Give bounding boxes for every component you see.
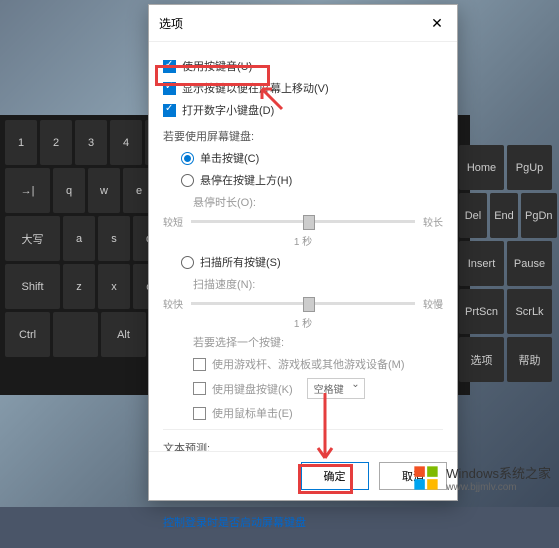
key[interactable]: z [63, 264, 95, 309]
key-scrlk[interactable]: ScrLk [507, 289, 552, 334]
key-pause[interactable]: Pause [507, 241, 552, 286]
dialog-titlebar: 选项 ✕ [149, 5, 457, 42]
label-hover: 悬停在按键上方(H) [200, 172, 292, 188]
key[interactable]: w [88, 168, 120, 213]
checkbox-mouse[interactable] [193, 407, 206, 420]
close-button[interactable]: ✕ [427, 13, 447, 33]
key-select[interactable]: 空格键 [307, 378, 365, 399]
options-dialog: 选项 ✕ 使用按键音(U) 显示按键以便在屏幕上移动(V) 打开数字小键盘(D)… [148, 4, 458, 501]
radio-hover[interactable] [181, 174, 194, 187]
key-alt[interactable]: Alt [101, 312, 146, 357]
key[interactable]: 3 [75, 120, 107, 165]
key-tab[interactable]: →| [5, 168, 50, 213]
key-insert[interactable]: Insert [459, 241, 504, 286]
key[interactable]: x [98, 264, 130, 309]
watermark: Windows系统之家 www.bjjmlv.com [412, 463, 551, 493]
watermark-title: Windows系统之家 [446, 463, 551, 482]
dialog-title: 选项 [159, 15, 183, 32]
key[interactable]: q [53, 168, 85, 213]
select-key-label: 若要选择一个按键: [193, 334, 443, 350]
checkbox-joystick[interactable] [193, 358, 206, 371]
key-caps[interactable]: 大写 [5, 216, 60, 261]
checkbox-show-keys[interactable] [163, 82, 176, 95]
hover-time-label: 悬停时长(O): [193, 194, 443, 210]
key[interactable]: 1 [5, 120, 37, 165]
checkbox-keyboard[interactable] [193, 382, 206, 395]
checkbox-sound[interactable] [163, 60, 176, 73]
key[interactable]: 2 [40, 120, 72, 165]
key-home[interactable]: Home [459, 145, 504, 190]
scan-slider[interactable] [191, 302, 415, 305]
button-bar: 确定 取消 [149, 451, 457, 500]
key[interactable]: s [98, 216, 130, 261]
section-osk-label: 若要使用屏幕键盘: [163, 128, 443, 144]
label-sound: 使用按键音(U) [182, 58, 252, 74]
key-shift[interactable]: Shift [5, 264, 60, 309]
ok-button[interactable]: 确定 [301, 462, 369, 490]
key-win[interactable] [53, 312, 98, 357]
label-numpad: 打开数字小键盘(D) [182, 102, 274, 118]
label-click: 单击按键(C) [200, 150, 259, 166]
windows-logo-icon [412, 464, 440, 492]
label-show-keys: 显示按键以便在屏幕上移动(V) [182, 80, 329, 96]
key-del[interactable]: Del [459, 193, 487, 238]
key-pgup[interactable]: PgUp [507, 145, 552, 190]
key-prtscn[interactable]: PrtScn [459, 289, 504, 334]
radio-scan[interactable] [181, 256, 194, 269]
key-end[interactable]: End [490, 193, 518, 238]
key-options[interactable]: 选项 [459, 337, 504, 382]
key-help[interactable]: 帮助 [507, 337, 552, 382]
key[interactable]: 4 [110, 120, 142, 165]
scan-speed-label: 扫描速度(N): [193, 276, 443, 292]
checkbox-numpad[interactable] [163, 104, 176, 117]
label-scan: 扫描所有按键(S) [200, 254, 281, 270]
key-pgdn[interactable]: PgDn [521, 193, 557, 238]
watermark-url: www.bjjmlv.com [446, 482, 551, 493]
radio-click[interactable] [181, 152, 194, 165]
key[interactable]: a [63, 216, 95, 261]
login-settings-link[interactable]: 控制登录时是否启动屏幕键盘 [163, 514, 306, 530]
hover-slider[interactable] [191, 220, 415, 223]
key-ctrl[interactable]: Ctrl [5, 312, 50, 357]
